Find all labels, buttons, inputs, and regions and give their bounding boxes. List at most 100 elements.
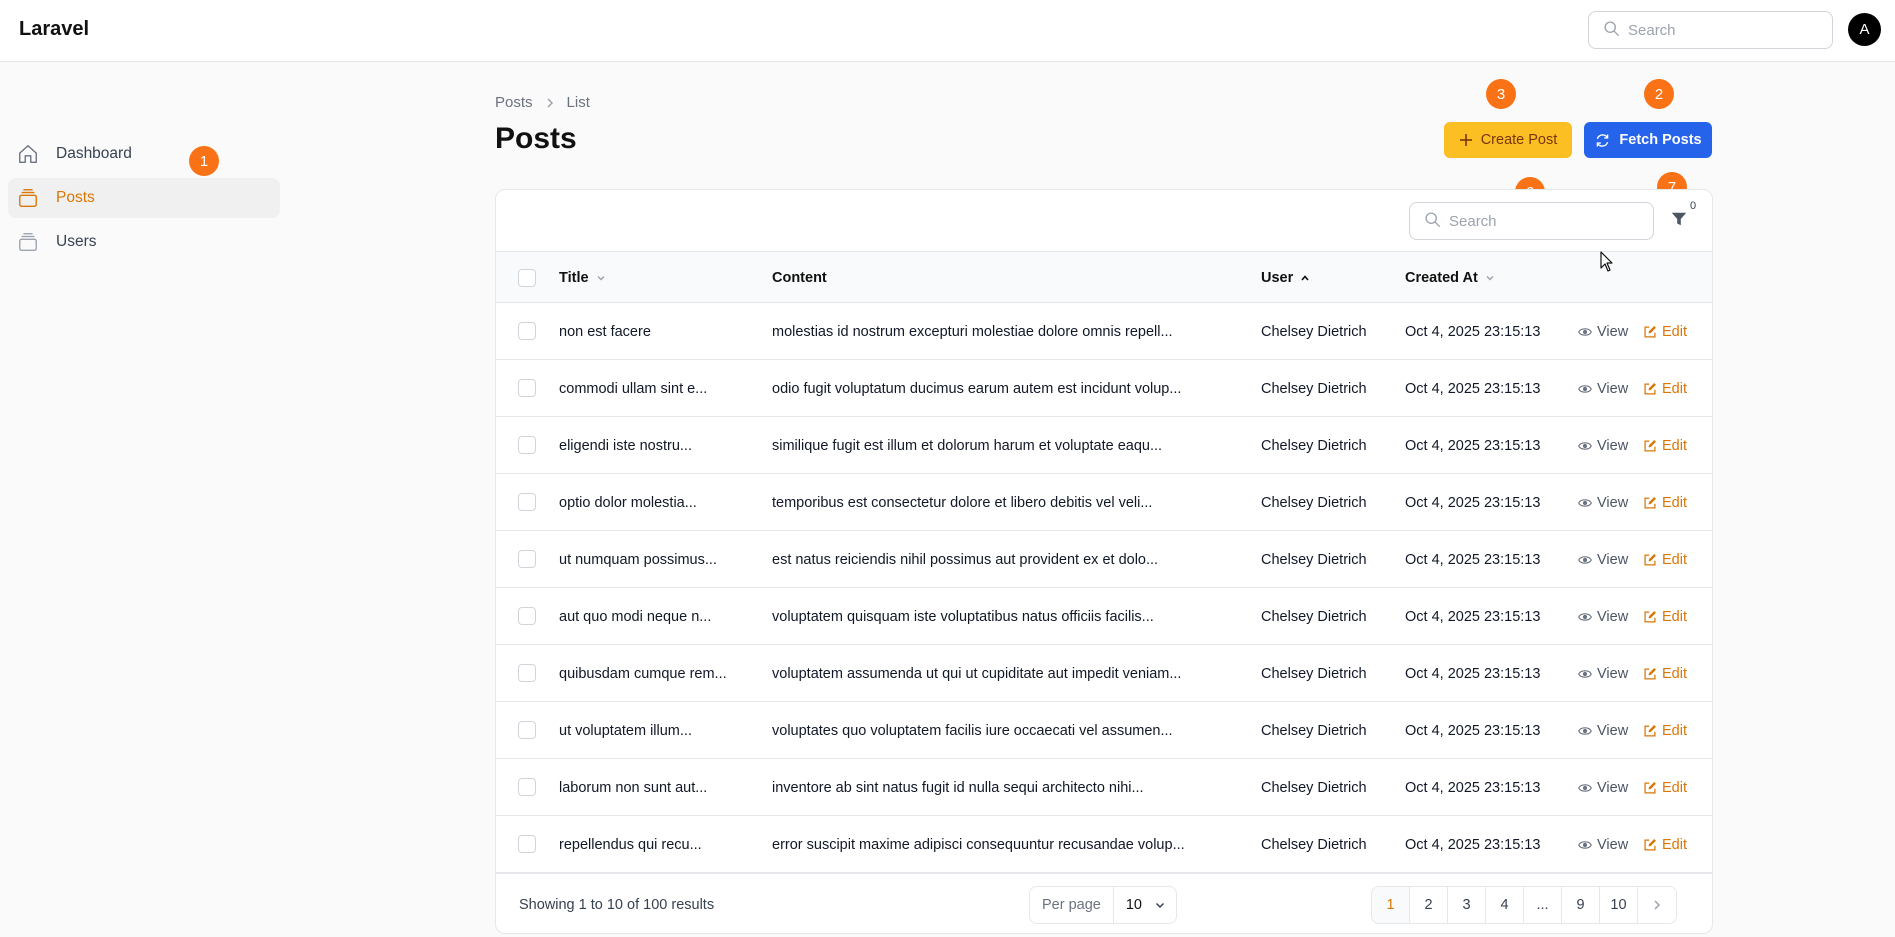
page-button[interactable]: 9 — [1562, 887, 1600, 923]
select-all-checkbox[interactable] — [518, 269, 536, 287]
sidebar-item-label: Posts — [56, 189, 95, 206]
table-row[interactable]: optio dolor molestia... temporibus est co… — [496, 474, 1712, 531]
avatar[interactable]: A — [1848, 13, 1881, 46]
per-page-value[interactable]: 10 — [1114, 897, 1166, 913]
row-checkbox[interactable] — [518, 778, 536, 796]
cell-user: Chelsey Dietrich — [1261, 494, 1367, 511]
view-button[interactable]: View — [1578, 360, 1628, 417]
breadcrumb-root[interactable]: Posts — [495, 94, 533, 111]
table-row[interactable]: quibusdam cumque rem... voluptatem assume… — [496, 645, 1712, 702]
edit-button[interactable]: Edit — [1643, 531, 1687, 588]
edit-button[interactable]: Edit — [1643, 417, 1687, 474]
view-button[interactable]: View — [1578, 588, 1628, 645]
table-footer: Showing 1 to 10 of 100 results Per page … — [496, 873, 1712, 933]
cell-user: Chelsey Dietrich — [1261, 380, 1367, 397]
edit-button[interactable]: Edit — [1643, 816, 1687, 873]
edit-button[interactable]: Edit — [1643, 360, 1687, 417]
row-checkbox[interactable] — [518, 436, 536, 454]
page-button[interactable]: 4 — [1486, 887, 1524, 923]
refresh-icon — [1594, 132, 1611, 149]
row-checkbox[interactable] — [518, 835, 536, 853]
edit-icon — [1643, 724, 1657, 738]
filter-button[interactable] — [1668, 210, 1690, 232]
edit-button[interactable]: Edit — [1643, 645, 1687, 702]
edit-label: Edit — [1662, 494, 1687, 511]
column-content-label: Content — [772, 270, 827, 286]
view-button[interactable]: View — [1578, 645, 1628, 702]
table-row[interactable]: laborum non sunt aut... inventore ab sint… — [496, 759, 1712, 816]
row-checkbox[interactable] — [518, 664, 536, 682]
column-title-header[interactable]: Title — [559, 252, 607, 304]
sidebar-item-label: Users — [56, 233, 97, 250]
next-page-button[interactable] — [1638, 887, 1676, 923]
global-search-input[interactable] — [1628, 21, 1808, 39]
cell-title: commodi ullam sint e... — [559, 380, 708, 397]
row-checkbox[interactable] — [518, 550, 536, 568]
view-label: View — [1597, 779, 1629, 796]
view-button[interactable]: View — [1578, 303, 1628, 360]
plus-icon — [1459, 133, 1473, 147]
column-user-header[interactable]: User — [1261, 252, 1311, 304]
table-search-input[interactable] — [1449, 212, 1629, 230]
edit-button[interactable]: Edit — [1643, 474, 1687, 531]
breadcrumb: Posts List — [495, 94, 590, 111]
eye-icon — [1578, 439, 1592, 453]
column-created-at-header[interactable]: Created At — [1405, 252, 1496, 304]
page-button[interactable]: 3 — [1448, 887, 1486, 923]
cell-created-at: Oct 4, 2025 23:15:13 — [1405, 323, 1541, 340]
cell-content: est natus reiciendis nihil possimus aut … — [772, 551, 1159, 568]
table-row[interactable]: commodi ullam sint e... odio fugit volupt… — [496, 360, 1712, 417]
chevron-down-icon — [1154, 899, 1166, 911]
edit-icon — [1643, 553, 1657, 567]
row-checkbox[interactable] — [518, 607, 536, 625]
table-row[interactable]: repellendus qui recu... error suscipit ma… — [496, 816, 1712, 873]
view-button[interactable]: View — [1578, 531, 1628, 588]
table-row[interactable]: ut voluptatem illum... voluptates quo vol… — [496, 702, 1712, 759]
per-page-select[interactable]: Per page 10 — [1029, 886, 1177, 924]
cell-content: similique fugit est illum et dolorum har… — [772, 437, 1163, 454]
edit-button[interactable]: Edit — [1643, 588, 1687, 645]
cell-content: inventore ab sint natus fugit id nulla s… — [772, 779, 1144, 796]
row-checkbox[interactable] — [518, 379, 536, 397]
brand-logo[interactable]: Laravel — [19, 18, 89, 41]
view-button[interactable]: View — [1578, 702, 1628, 759]
page-button[interactable]: 10 — [1600, 887, 1638, 923]
page-button[interactable]: 2 — [1410, 887, 1448, 923]
edit-label: Edit — [1662, 380, 1687, 397]
table-row[interactable]: ut numquam possimus... est natus reiciend… — [496, 531, 1712, 588]
sidebar-item-posts[interactable]: Posts — [8, 178, 280, 218]
sidebar-item-dashboard[interactable]: Dashboard — [8, 134, 280, 174]
row-checkbox[interactable] — [518, 322, 536, 340]
edit-label: Edit — [1662, 437, 1687, 454]
create-post-button[interactable]: Create Post — [1444, 122, 1572, 158]
sidebar-item-users[interactable]: Users — [8, 222, 280, 262]
fetch-posts-label: Fetch Posts — [1619, 132, 1702, 148]
edit-label: Edit — [1662, 722, 1687, 739]
view-button[interactable]: View — [1578, 474, 1628, 531]
view-button[interactable]: View — [1578, 816, 1628, 873]
mouse-cursor-icon — [1600, 251, 1614, 277]
table-row[interactable]: non est facere molestias id nostrum excep… — [496, 303, 1712, 360]
row-checkbox[interactable] — [518, 493, 536, 511]
table-row[interactable]: aut quo modi neque n... voluptatem quisqu… — [496, 588, 1712, 645]
cell-created-at: Oct 4, 2025 23:15:13 — [1405, 551, 1541, 568]
eye-icon — [1578, 667, 1592, 681]
search-icon — [1424, 211, 1441, 232]
edit-button[interactable]: Edit — [1643, 702, 1687, 759]
global-search[interactable] — [1588, 11, 1833, 49]
view-button[interactable]: View — [1578, 759, 1628, 816]
view-button[interactable]: View — [1578, 417, 1628, 474]
cell-title: non est facere — [559, 323, 651, 340]
create-post-label: Create Post — [1480, 132, 1558, 148]
table-search[interactable] — [1409, 202, 1654, 240]
edit-button[interactable]: Edit — [1643, 303, 1687, 360]
cell-created-at: Oct 4, 2025 23:15:13 — [1405, 608, 1541, 625]
page-button[interactable]: 1 — [1372, 887, 1410, 923]
cell-title: optio dolor molestia... — [559, 494, 697, 511]
row-checkbox[interactable] — [518, 721, 536, 739]
edit-button[interactable]: Edit — [1643, 759, 1687, 816]
cell-user: Chelsey Dietrich — [1261, 608, 1367, 625]
table-row[interactable]: eligendi iste nostru... similique fugit e… — [496, 417, 1712, 474]
cell-title: aut quo modi neque n... — [559, 608, 712, 625]
fetch-posts-button[interactable]: Fetch Posts — [1584, 122, 1712, 158]
